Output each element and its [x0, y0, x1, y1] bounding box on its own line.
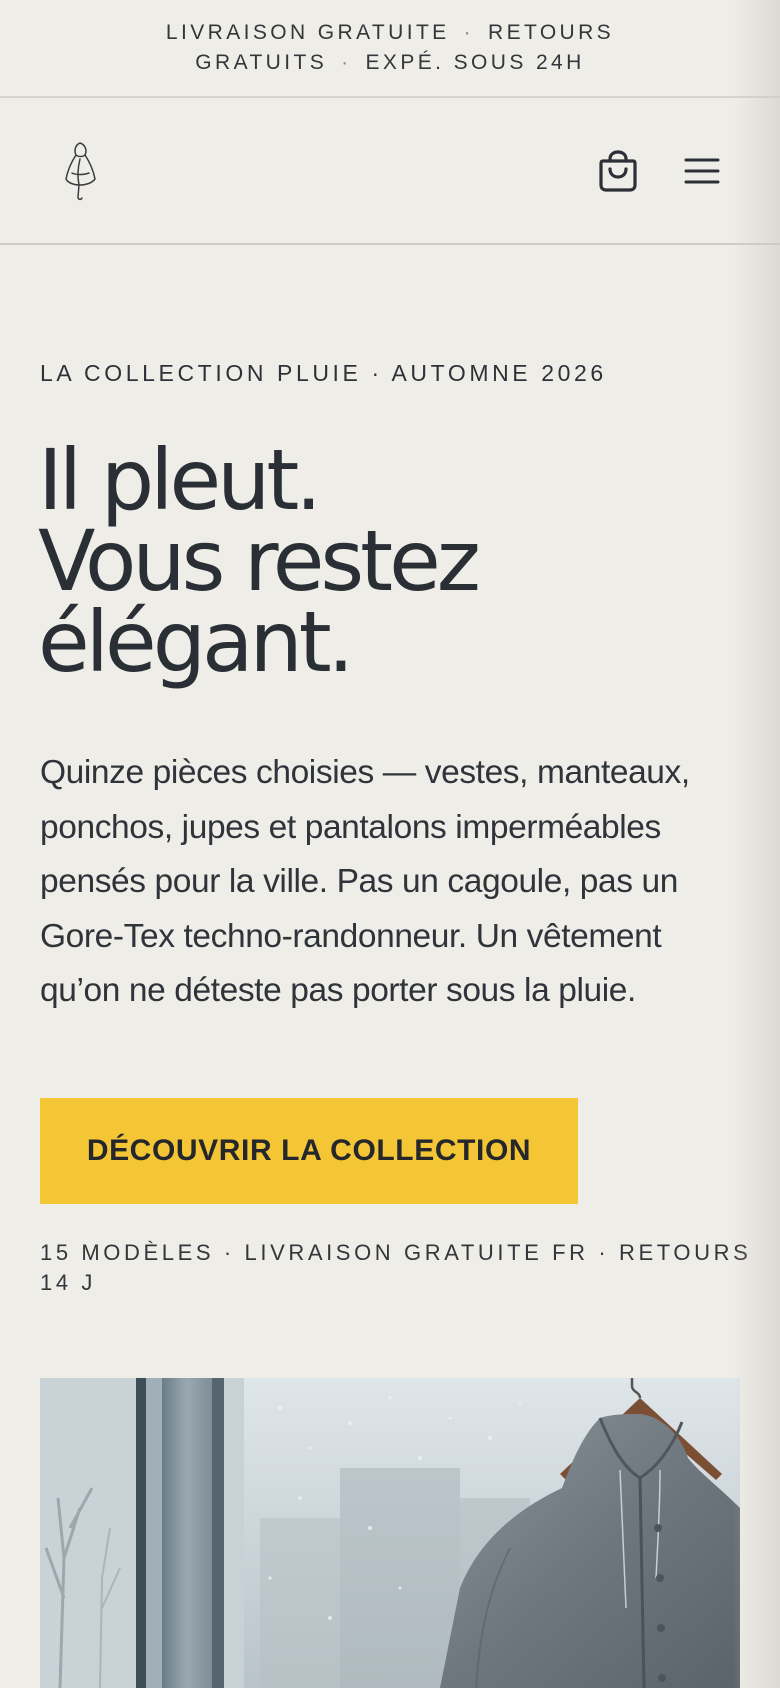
menu-button[interactable]	[676, 145, 728, 197]
hamburger-menu-icon	[684, 158, 720, 184]
announcement-returns: RETOURS	[488, 21, 615, 44]
hero-product-image	[40, 1378, 740, 1688]
raincoat-figure-logo-icon	[65, 142, 96, 201]
shopping-bag-icon	[599, 150, 637, 192]
announcement-dispatch: EXPÉ. SOUS 24H	[365, 51, 585, 74]
collection-meta: 15 MODÈLES · LIVRAISON GRATUITE FR · RET…	[40, 1240, 752, 1295]
announcement-line-1: LIVRAISON GRATUITE · RETOURS	[166, 18, 614, 48]
headline-line-3: élégant.	[38, 593, 354, 691]
announcement-separator: ·	[463, 21, 474, 44]
logo-link[interactable]	[58, 139, 104, 203]
raincoat-window-photo	[40, 1378, 740, 1688]
site-header	[0, 98, 780, 245]
cart-button[interactable]	[592, 145, 644, 197]
headline-line-1: Il pleut.	[38, 431, 322, 529]
collection-eyebrow: LA COLLECTION PLUIE · AUTOMNE 2026	[40, 360, 607, 386]
announcement-bar: LIVRAISON GRATUITE · RETOURS GRATUITS · EXPÉ…	[0, 0, 780, 98]
hero-headline: Il pleut. Vous restez élégant.	[38, 431, 738, 691]
hero-description: Quinze pièces choisies — vestes, manteau…	[40, 754, 690, 1009]
headline-line-2: Vous restez	[38, 512, 481, 610]
announcement-separator: ·	[341, 51, 352, 74]
announcement-free: GRATUITS	[195, 51, 328, 74]
discover-collection-button[interactable]: DÉCOUVRIR LA COLLECTION	[40, 1098, 578, 1204]
announcement-free-shipping: LIVRAISON GRATUITE	[165, 21, 450, 44]
announcement-line-2: GRATUITS · EXPÉ. SOUS 24H	[195, 48, 584, 78]
page: LIVRAISON GRATUITE · RETOURS GRATUITS · EXPÉ…	[0, 0, 780, 1688]
